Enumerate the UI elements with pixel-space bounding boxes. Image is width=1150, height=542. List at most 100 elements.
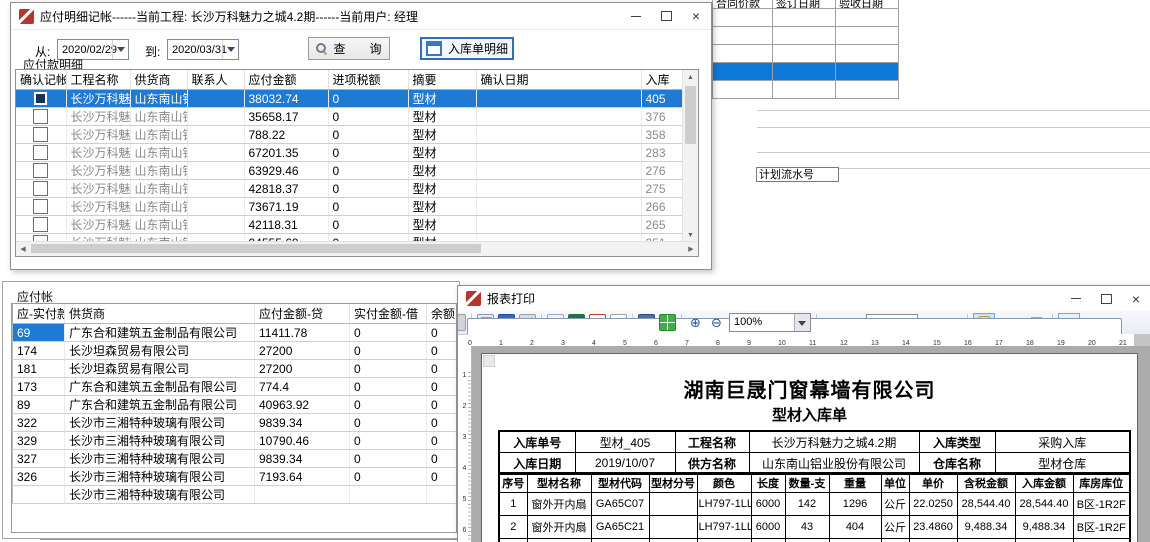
report-company-title: 湖南巨晟门窗幕墙有限公司: [482, 374, 1137, 403]
payable-detail-window: 应付明细记帐------当前工程: 长沙万科魅力之城4.2期------当前用户…: [10, 2, 712, 270]
close-button[interactable]: [681, 3, 711, 29]
table-row[interactable]: [713, 81, 899, 99]
scroll-up-button[interactable]: ▲: [683, 70, 698, 84]
to-date-combo[interactable]: 2020/03/31: [167, 39, 239, 60]
table-row[interactable]: 长沙万科魅力...山东南山铝业...67201.350型材283: [16, 144, 683, 162]
confirm-checkbox[interactable]: [33, 217, 48, 232]
table-cell: 0: [350, 396, 427, 414]
zoom-out-icon[interactable]: [708, 314, 725, 331]
preview-area[interactable]: 湖南巨晟门窗幕墙有限公司 型材入库单 入库单号型材_405工程名称长沙万科魅力之…: [472, 346, 1150, 542]
table-view-icon[interactable]: [659, 314, 676, 331]
report-cell: [499, 539, 527, 542]
table-row[interactable]: 长沙万科魅力...山东南山铝业...42118.310型材265: [16, 216, 683, 234]
column-header: 确认日期: [476, 70, 641, 90]
table-row[interactable]: 181长沙坦森贸易有限公司2720000: [13, 360, 457, 378]
table-row[interactable]: 173广东合和建筑五金制品有限公司774.400: [13, 378, 457, 396]
zoom-level-combo[interactable]: 100%: [729, 313, 811, 332]
confirm-checkbox[interactable]: [33, 181, 48, 196]
report-cell: 型材_405: [575, 431, 675, 453]
table-cell: [773, 27, 836, 45]
table-row[interactable]: 326长沙市三湘特种玻璃有限公司7193.6400: [13, 468, 457, 486]
report-cell: 入库日期: [499, 453, 575, 475]
table-row[interactable]: 长沙市三湘特种玻璃有限公司: [13, 486, 457, 504]
titlebar[interactable]: 报表打印: [458, 286, 1150, 312]
table-row[interactable]: 长沙万科魅力...山东南山铝业...788.220型材358: [16, 126, 683, 144]
column-header: 供货商: [65, 304, 255, 324]
scroll-left-button[interactable]: ◀: [16, 242, 30, 255]
table-cell: 69: [13, 324, 65, 342]
report-cell: [785, 539, 829, 542]
inbound-detail-button[interactable]: 入库单明细: [420, 37, 514, 60]
confirm-checkbox[interactable]: [33, 109, 48, 124]
report-info-row: 入库单号型材_405工程名称长沙万科魅力之城4.2期入库类型采购入库: [499, 431, 1130, 453]
table-cell: [187, 180, 244, 198]
table-cell: 长沙万科魅力...: [66, 198, 130, 216]
table-row[interactable]: 长沙万科魅力...山东南山铝业...42818.370型材275: [16, 180, 683, 198]
column-header: 应-实付款明细ID: [13, 304, 65, 324]
table-cell: 376: [641, 108, 683, 126]
scrollbar-thumb[interactable]: [685, 86, 696, 144]
maximize-button[interactable]: [1091, 286, 1121, 311]
close-button[interactable]: [1121, 286, 1150, 311]
table-cell: 0: [328, 162, 408, 180]
maximize-button[interactable]: [651, 3, 681, 29]
table-cell: 型材: [408, 90, 476, 108]
table-cell: 67201.35: [244, 144, 328, 162]
table-row[interactable]: [713, 27, 899, 45]
table-row[interactable]: 长沙万科魅力...山东南山铝业...73671.190型材266: [16, 198, 683, 216]
table-cell: 长沙万科魅力...: [66, 216, 130, 234]
confirm-checkbox[interactable]: [33, 145, 48, 160]
confirm-checkbox[interactable]: [33, 163, 48, 178]
table-row[interactable]: 329长沙市三湘特种玻璃有限公司10790.4600: [13, 432, 457, 450]
titlebar[interactable]: 应付明细记帐------当前工程: 长沙万科魅力之城4.2期------当前用户…: [11, 3, 711, 30]
table-row[interactable]: 长沙万科魅力...山东南山铝业...38032.740型材405: [16, 90, 683, 108]
table-cell: 0: [328, 108, 408, 126]
table-row[interactable]: 长沙万科魅力...山东南山铝业...63929.460型材276: [16, 162, 683, 180]
scroll-down-button[interactable]: ▼: [683, 228, 698, 242]
report-cell: GA65C07: [591, 493, 649, 516]
table-cell: 长沙市三湘特种玻璃有限公司: [65, 486, 255, 504]
minimize-button[interactable]: [621, 3, 651, 29]
table-row[interactable]: 327长沙市三湘特种玻璃有限公司9839.3400: [13, 450, 457, 468]
payable-account-window: 应付帐 应-实付款明细ID供货商应付金额-贷实付金额-借余额 69广东合和建筑五…: [2, 281, 460, 539]
horizontal-scrollbar[interactable]: ◀ ▶: [16, 241, 698, 256]
table-cell: 型材: [408, 162, 476, 180]
table-row[interactable]: 89广东合和建筑五金制品有限公司40963.9200: [13, 396, 457, 414]
table-cell: 山东南山铝业...: [130, 90, 187, 108]
table-row[interactable]: 长沙万科魅力...山东南山铝业...35658.170型材376: [16, 108, 683, 126]
table-row[interactable]: 174长沙坦森贸易有限公司2720000: [13, 342, 457, 360]
chevron-down-icon[interactable]: [794, 314, 810, 331]
zoom-in-icon[interactable]: [687, 314, 704, 331]
chevron-down-icon[interactable]: [112, 40, 128, 59]
column-header: 签订日期: [773, 0, 836, 9]
table-cell: [187, 216, 244, 234]
table-row[interactable]: [713, 45, 899, 63]
table-cell: 长沙万科魅力...: [66, 180, 130, 198]
table-cell: 长沙万科魅力...: [66, 108, 130, 126]
table-cell: [713, 27, 773, 45]
confirm-checkbox[interactable]: [33, 127, 48, 142]
table-cell: 0: [350, 342, 427, 360]
table-row[interactable]: 69广东合和建筑五金制品有限公司11411.7800: [13, 324, 457, 342]
plan-serial-field[interactable]: 计划流水号: [756, 167, 839, 182]
table-cell: 长沙市三湘特种玻璃有限公司: [65, 468, 255, 486]
table-cell: 788.22: [244, 126, 328, 144]
chevron-down-icon[interactable]: [222, 40, 238, 59]
scroll-right-button[interactable]: ▶: [684, 242, 698, 255]
confirm-checkbox[interactable]: [33, 199, 48, 214]
table-row[interactable]: 322长沙市三湘特种玻璃有限公司9839.3400: [13, 414, 457, 432]
query-button[interactable]: 查 询: [308, 37, 390, 60]
column-header: 验收日期: [836, 0, 899, 9]
window-title: 应付明细记帐------当前工程: 长沙万科魅力之城4.2期------当前用户…: [40, 8, 418, 25]
toolbar-icon-partial[interactable]: [458, 314, 466, 331]
scrollbar-thumb[interactable]: [31, 244, 481, 253]
vertical-scrollbar[interactable]: ▲ ▼: [682, 70, 698, 242]
preview-toolbar: 100% |◀ ◀ 1/1 ▶ ▶| I ×: [458, 311, 1150, 335]
table-cell: 7193.64: [255, 468, 350, 486]
minimize-button[interactable]: [1061, 286, 1091, 311]
confirm-checkbox[interactable]: [33, 91, 48, 106]
table-row[interactable]: [713, 63, 899, 81]
table-cell: 型材: [408, 216, 476, 234]
table-row[interactable]: [713, 9, 899, 27]
table-cell: 0: [427, 324, 457, 342]
